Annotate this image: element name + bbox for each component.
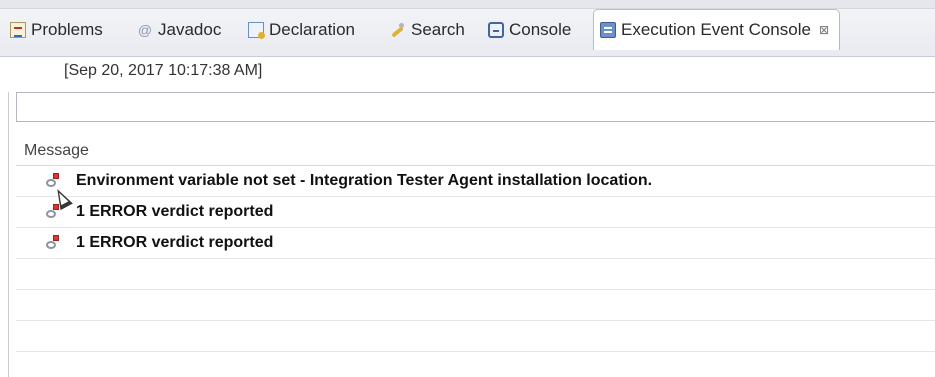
problems-icon (10, 22, 26, 38)
declaration-icon (248, 22, 265, 39)
table-row-empty (16, 290, 935, 321)
tab-console[interactable]: Console (488, 14, 571, 46)
table-row[interactable]: 1 ERROR verdict reported (16, 228, 935, 259)
event-table: Message Environment variable not set - I… (16, 137, 935, 352)
console-icon (488, 22, 504, 38)
table-row-empty (16, 259, 935, 290)
search-icon (390, 22, 406, 38)
view-tab-bar: Problems @ Javadoc Declaration Search Co… (0, 0, 935, 57)
view-left-border (8, 92, 9, 377)
error-event-icon (46, 173, 60, 188)
tab-javadoc[interactable]: @ Javadoc (137, 14, 221, 46)
table-row-empty (16, 321, 935, 352)
tab-search-label: Search (411, 20, 465, 39)
column-header-message[interactable]: Message (16, 137, 935, 166)
session-timestamp: [Sep 20, 2017 10:17:38 AM] (64, 62, 263, 79)
javadoc-icon: @ (137, 22, 153, 38)
tab-execution-event-console-label: Execution Event Console (621, 20, 811, 39)
row-message: Environment variable not set - Integrati… (76, 172, 653, 189)
close-tab-icon[interactable]: ⊠ (819, 23, 829, 37)
table-row[interactable]: Environment variable not set - Integrati… (16, 166, 935, 197)
error-event-icon (46, 204, 60, 219)
tab-console-label: Console (509, 20, 572, 39)
row-message: 1 ERROR verdict reported (76, 234, 274, 251)
filter-input[interactable] (16, 92, 935, 122)
tab-declaration-label: Declaration (269, 20, 355, 39)
tab-javadoc-label: Javadoc (158, 20, 222, 39)
row-message: 1 ERROR verdict reported (76, 203, 274, 220)
table-row[interactable]: 1 ERROR verdict reported (16, 197, 935, 228)
tab-execution-event-console[interactable]: Execution Event Console ⊠ (593, 9, 841, 50)
tab-search[interactable]: Search (390, 14, 465, 46)
event-console-icon (600, 22, 616, 38)
tab-problems[interactable]: Problems (10, 14, 103, 46)
tab-bar-top-strip (0, 0, 935, 9)
tab-problems-label: Problems (31, 20, 103, 39)
tab-declaration[interactable]: Declaration (248, 14, 355, 46)
error-event-icon (46, 235, 60, 250)
